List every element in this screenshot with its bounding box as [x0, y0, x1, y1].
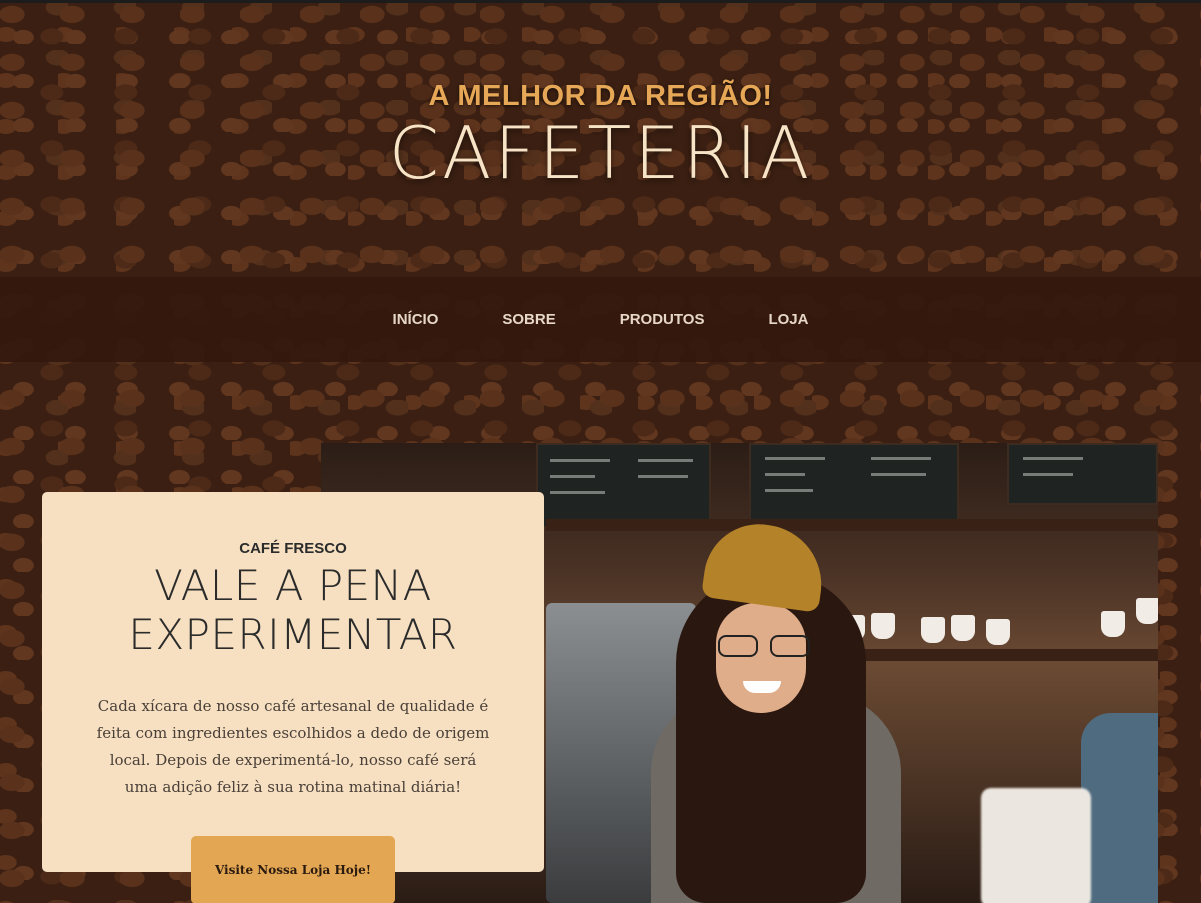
intro-heading: VALE A PENA EXPERIMENTAR: [42, 561, 544, 659]
intro-eyebrow: CAFÉ FRESCO: [239, 540, 347, 557]
nav-item-inicio[interactable]: INÍCIO: [393, 311, 439, 328]
intro-heading-line1: VALE A PENA: [154, 561, 432, 610]
visit-store-button[interactable]: Visite Nossa Loja Hoje!: [191, 836, 395, 903]
menu-chalkboard: [749, 443, 959, 528]
intro-text: Cada xícara de nosso café artesanal de q…: [96, 697, 490, 797]
menu-chalkboard: [1007, 443, 1158, 505]
top-border: [0, 0, 1201, 3]
shelf: [546, 519, 1158, 531]
intro-heading-line2: EXPERIMENTAR: [128, 610, 458, 660]
site-title: CAFETERIA: [388, 111, 813, 195]
intro-card: CAFÉ FRESCO VALE A PENA EXPERIMENTAR Cad…: [42, 492, 544, 872]
nav-item-sobre[interactable]: SOBRE: [502, 311, 555, 328]
nav-item-loja[interactable]: LOJA: [768, 311, 808, 328]
nav-item-produtos[interactable]: PRODUTOS: [620, 311, 705, 328]
main-navigation: INÍCIO SOBRE PRODUTOS LOJA: [0, 277, 1201, 362]
menu-chalkboard: [536, 443, 711, 528]
site-header: A MELHOR DA REGIÃO! CAFETERIA: [0, 80, 1201, 189]
site-tagline: A MELHOR DA REGIÃO!: [428, 80, 773, 112]
